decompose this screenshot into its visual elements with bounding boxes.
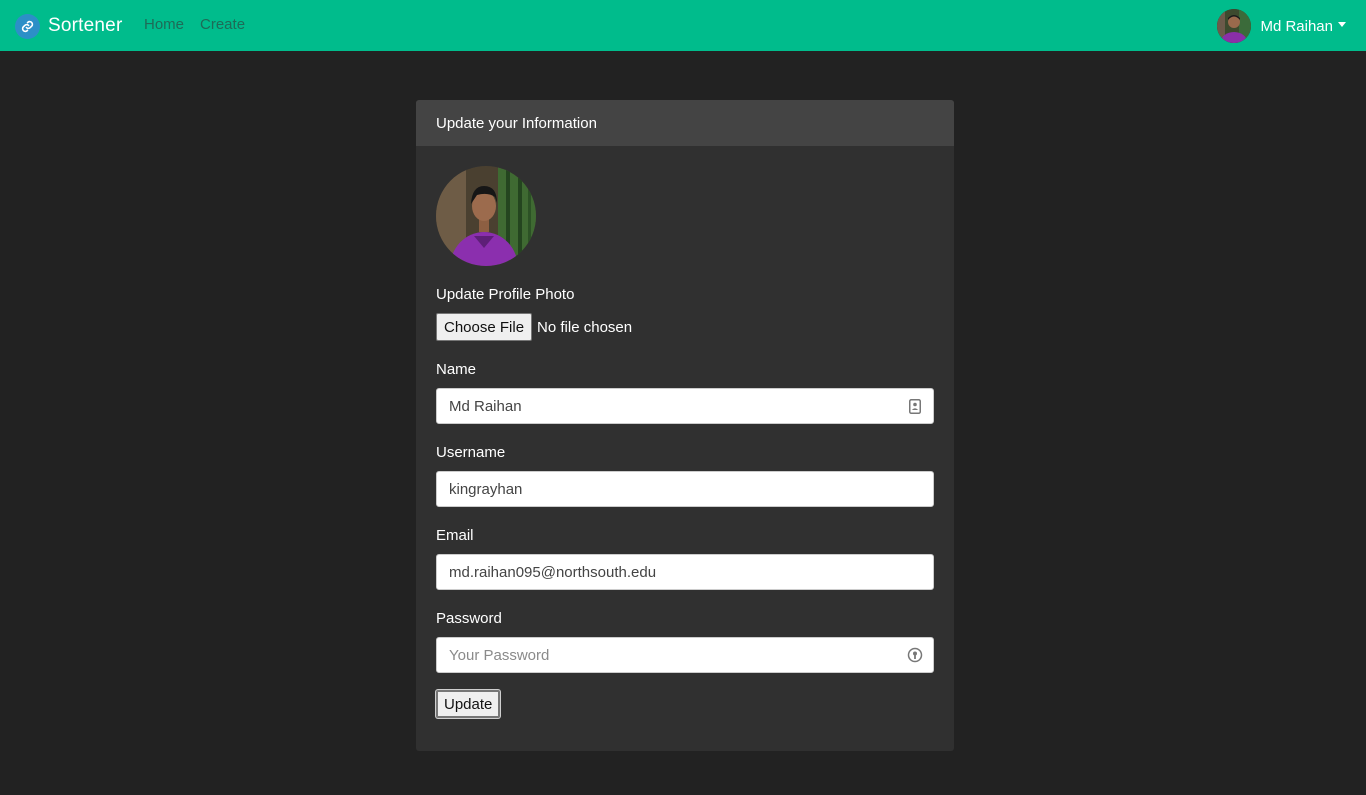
username-label: Username	[436, 444, 506, 461]
name-field	[436, 388, 934, 424]
email-input[interactable]	[437, 555, 933, 589]
name-label: Name	[436, 361, 477, 378]
user-name: Md Raihan	[1260, 17, 1333, 35]
email-label: Email	[436, 527, 474, 544]
user-menu-toggle[interactable]: Md Raihan	[1217, 8, 1346, 44]
contact-card-icon[interactable]	[907, 398, 923, 414]
link-icon	[15, 13, 40, 39]
file-input: Choose File No file chosen	[436, 313, 934, 341]
username-input[interactable]	[437, 472, 933, 506]
nav-link-create[interactable]: Create	[200, 16, 245, 33]
nav-links: Home Create	[144, 16, 245, 33]
name-input[interactable]	[437, 389, 933, 423]
password-label: Password	[436, 610, 502, 627]
update-button[interactable]: Update	[436, 690, 501, 718]
chevron-down-icon	[1338, 22, 1346, 27]
email-field	[436, 554, 934, 590]
nav-link-home[interactable]: Home	[144, 16, 184, 33]
update-form: Update Profile Photo Choose File No file…	[416, 146, 954, 738]
brand-name: Sortener	[48, 15, 123, 36]
navbar: Sortener Home Create Md Raihan	[0, 0, 1366, 51]
password-manager-icon[interactable]	[907, 647, 923, 663]
username-field	[436, 471, 934, 507]
photo-label: Update Profile Photo	[436, 286, 575, 303]
user-avatar	[1217, 9, 1252, 43]
password-field	[436, 637, 934, 673]
brand-link[interactable]: Sortener	[15, 13, 122, 39]
file-status: No file chosen	[537, 318, 633, 336]
update-info-card: Update your Information Update Profile P…	[416, 100, 954, 751]
profile-photo	[436, 166, 536, 266]
password-input[interactable]	[437, 638, 933, 672]
choose-file-button[interactable]: Choose File	[436, 313, 533, 341]
card-title: Update your Information	[416, 100, 954, 146]
